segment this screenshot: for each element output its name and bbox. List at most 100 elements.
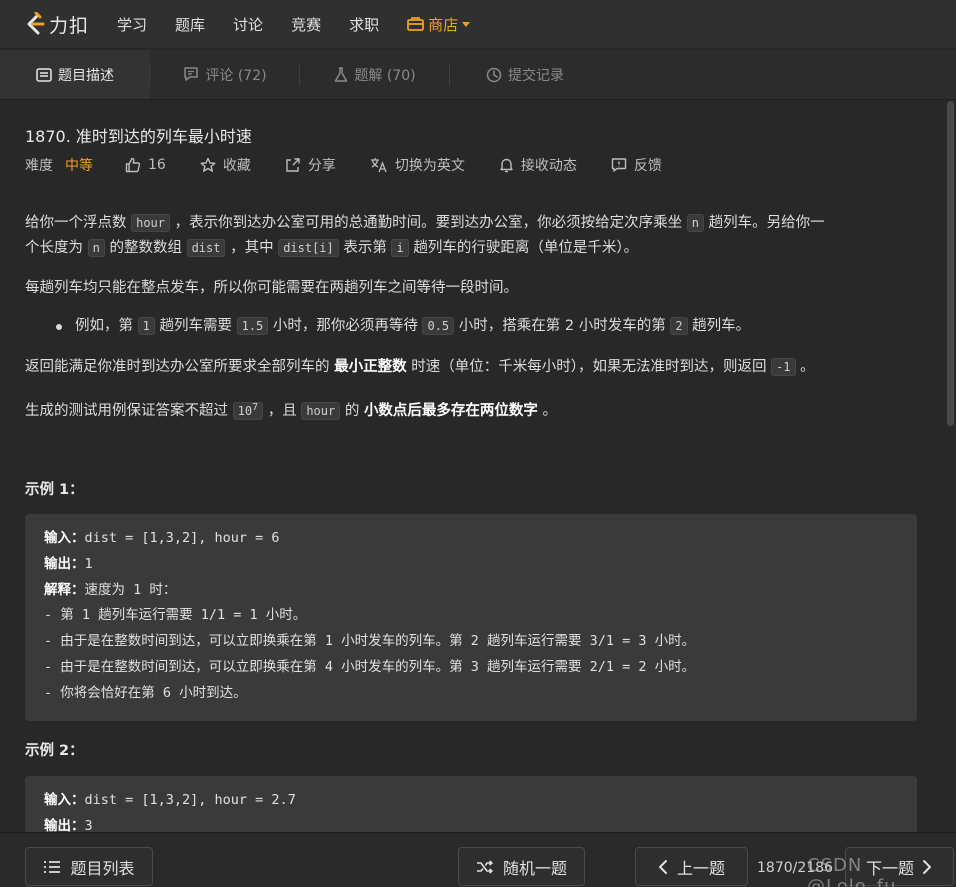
feedback-label: 反馈 (633, 158, 662, 174)
nav-store[interactable]: 商店 (407, 14, 471, 35)
example-1-explain-step: - 由于是在整数时间到达，可以立即换乘在第 1 小时发车的列车。第 2 趟列车运… (44, 633, 696, 650)
description-paragraph-1: 给你一个浮点数 hour ，表示你到达办公室可用的总通勤时间。要到达办公室，你必… (25, 211, 920, 261)
tab-submissions[interactable]: 提交记录 (450, 50, 600, 99)
nav-discuss[interactable]: 讨论 (233, 14, 263, 35)
input-label: 输入： (44, 530, 85, 546)
example-1-block: 输入：dist = [1,3,2], hour = 6 输出：1 解释：速度为 … (25, 514, 917, 721)
translate-icon (370, 158, 387, 173)
problem-title: 1870. 准时到达的列车最小时速 (25, 127, 252, 146)
description-paragraph-4: 生成的测试用例保证答案不超过 107 ，且 hour 的 小数点后最多存在两位数… (25, 395, 920, 424)
tab-description[interactable]: 题目描述 (0, 50, 150, 99)
nav-problemset[interactable]: 题库 (175, 14, 205, 35)
subscribe-button[interactable]: 接收动态 (499, 155, 577, 175)
leetcode-logo-icon (27, 12, 45, 35)
feedback-button[interactable]: 反馈 (611, 155, 662, 175)
leetcode-logo[interactable]: 力扣 (24, 11, 89, 38)
tab-solutions[interactable]: 题解 (70) (300, 50, 450, 99)
text: 小时，那你必须再等待 (268, 318, 423, 334)
inline-code: n (87, 239, 105, 257)
random-problem-label: 随机一题 (502, 858, 567, 878)
text: ，且 (263, 403, 302, 419)
bell-icon (500, 158, 513, 173)
tab-submissions-label: 提交记录 (508, 67, 564, 84)
input-label: 输入： (44, 792, 85, 808)
nav-jobs[interactable]: 求职 (349, 14, 379, 35)
example-2-output-line: 输出：3 (44, 814, 898, 832)
problem-content: 1870. 准时到达的列车最小时速 难度 中等 16 收藏 分享 切换为英文 接… (0, 101, 945, 832)
watermark: CSDN @Lolo_fu (807, 855, 897, 887)
example-2-input-line: 输入：dist = [1,3,2], hour = 2.7 (44, 788, 898, 814)
switch-language-button[interactable]: 切换为英文 (370, 155, 465, 175)
inline-code: dist (186, 239, 226, 257)
text: 趟列车的行驶距离（单位是千米）。 (408, 240, 639, 256)
text: 趟列车。另给你一 (703, 215, 825, 231)
favorite-button[interactable]: 收藏 (200, 155, 251, 175)
bullet-dot (56, 324, 62, 330)
nav-contest[interactable]: 竞赛 (291, 14, 321, 35)
problem-tabs: 题目描述 评论 (72) 题解 (70) 提交记录 (0, 50, 956, 100)
random-problem-button[interactable]: 随机一题 (458, 847, 585, 886)
example-1-title: 示例 1： (25, 482, 84, 498)
example-1-explain-line: 解释：速度为 1 时： (44, 578, 898, 604)
difficulty-label: 难度 (25, 158, 53, 174)
inline-code: dist[i] (278, 239, 339, 257)
chevron-down-icon (462, 21, 471, 27)
like-button[interactable]: 16 (125, 157, 166, 173)
description-bullet-1: 例如，第 1 趟列车需要 1.5 小时，那你必须再等待 0.5 小时，搭乘在第 … (75, 314, 915, 339)
text: 例如，第 (75, 318, 138, 334)
inline-code: 1 (137, 317, 155, 335)
content-scrollbar[interactable] (947, 101, 954, 426)
output-value: 1 (84, 555, 93, 572)
inline-code: hour (131, 214, 171, 232)
inline-code: 107 (232, 402, 264, 420)
tab-comments-label: 评论 (72) (205, 67, 267, 84)
input-value: dist = [1,3,2], hour = 6 (84, 530, 280, 546)
problem-list-button[interactable]: 题目列表 (25, 847, 153, 886)
inline-code: -1 (771, 358, 796, 376)
explain-label: 解释： (44, 581, 85, 598)
text: 。 (795, 359, 815, 375)
text: 表示第 (338, 240, 392, 256)
flask-icon (334, 66, 348, 83)
text: 时速（单位：千米每小时），如果无法准时到达，则返回 (406, 359, 772, 375)
text: 。 (537, 403, 558, 419)
bold-text: 小数点后最多存在两位数字 (363, 403, 538, 419)
text: 小时，搭乘在第 2 小时发车的第 (454, 318, 671, 334)
switch-language-label: 切换为英文 (394, 158, 465, 174)
tab-comments[interactable]: 评论 (72) (150, 50, 300, 99)
example-1-explain-step: - 你将会恰好在第 6 小时到达。 (44, 684, 247, 701)
difficulty-badge: 中等 (65, 158, 93, 174)
inline-code: i (391, 239, 409, 257)
logo-text: 力扣 (49, 14, 90, 37)
example-2-title: 示例 2： (25, 743, 84, 759)
code-base: 10 (237, 404, 253, 418)
share-button[interactable]: 分享 (285, 155, 336, 175)
like-count: 16 (148, 157, 166, 173)
example-1-input-line: 输入：dist = [1,3,2], hour = 6 (44, 526, 898, 552)
inline-code: 2 (670, 317, 688, 335)
tab-description-label: 题目描述 (58, 67, 114, 84)
history-icon (486, 67, 502, 83)
inline-code: hour (301, 402, 341, 420)
share-label: 分享 (307, 158, 336, 174)
text: ，其中 (225, 240, 279, 256)
store-label: 商店 (428, 15, 459, 34)
code-exponent: 7 (252, 402, 259, 413)
description-paragraph-2: 每趟列车均只能在整点发车，所以你可能需要在两趟列车之间等待一段时间。 (25, 280, 518, 296)
text: 趟列车需要 (154, 318, 237, 334)
list-icon (44, 860, 61, 873)
example-1-explain-step: - 由于是在整数时间到达，可以立即换乘在第 4 小时发车的列车。第 3 趟列车运… (44, 658, 696, 675)
store-icon (407, 17, 424, 31)
previous-problem-label: 上一题 (676, 858, 725, 878)
nav-learn[interactable]: 学习 (117, 14, 147, 35)
text: ，表示你到达办公室可用的总通勤时间。要到达办公室，你必须按给定次序乘坐 (170, 215, 687, 231)
bottom-toolbar: 题目列表 随机一题 上一题 1870/2186 下一题 CSDN @Lolo_f… (0, 832, 956, 887)
shuffle-icon (476, 859, 493, 874)
inline-code: n (686, 214, 704, 232)
feedback-icon (611, 158, 627, 172)
inline-code: 0.5 (422, 317, 455, 335)
previous-problem-button[interactable]: 上一题 (635, 847, 748, 886)
example-1-explain-step: - 第 1 趟列车运行需要 1/1 = 1 小时。 (44, 607, 307, 624)
favorite-label: 收藏 (222, 158, 251, 174)
output-label: 输出： (44, 555, 85, 572)
